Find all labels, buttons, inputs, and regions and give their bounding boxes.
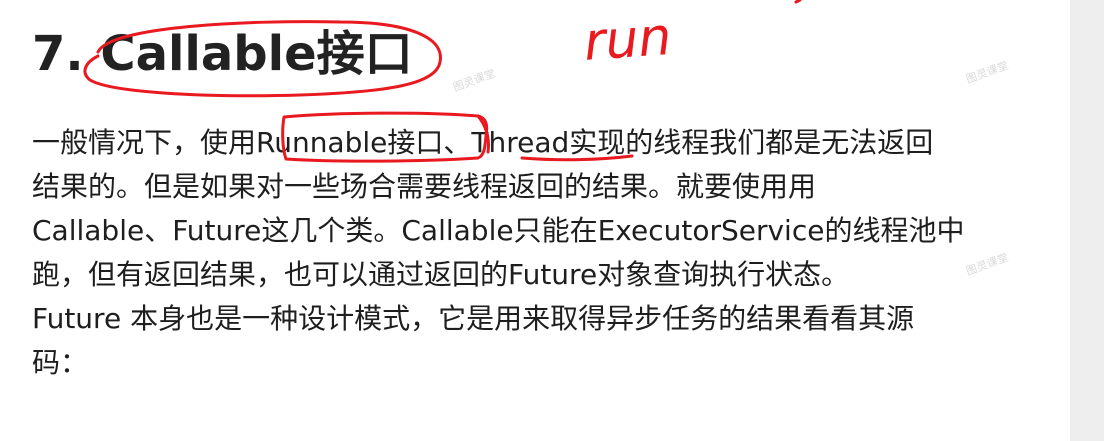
body-paragraph: 一般情况下，使用Runnable接口、Thread实现的线程我们都是无法返回 结…	[32, 121, 1052, 385]
watermark: 图灵课堂	[451, 66, 498, 95]
watermark: 图灵课堂	[964, 58, 1011, 87]
document-page: 图灵课堂 图灵课堂 图灵课堂 7. Callable接口 一般情况下，使用Run…	[0, 0, 1070, 441]
paragraph-line: Future 本身也是一种设计模式，它是用来取得异步任务的结果看看其源	[32, 302, 915, 335]
section-heading: 7. Callable接口	[32, 26, 413, 82]
handwritten-note: run	[582, 7, 673, 73]
paragraph-line: 结果的。但是如果对一些场合需要线程返回的结果。就要使用用	[32, 170, 817, 203]
paragraph-line: Callable、Future这几个类。Callable只能在ExecutorS…	[32, 214, 965, 247]
tick-mark	[794, 0, 802, 4]
paragraph-line: 跑，但有返回结果，也可以通过返回的Future对象查询执行状态。	[32, 258, 850, 291]
paragraph-line: 一般情况下，使用Runnable接口、Thread实现的线程我们都是无法返回	[32, 126, 934, 159]
paragraph-line: 码：	[32, 346, 89, 379]
